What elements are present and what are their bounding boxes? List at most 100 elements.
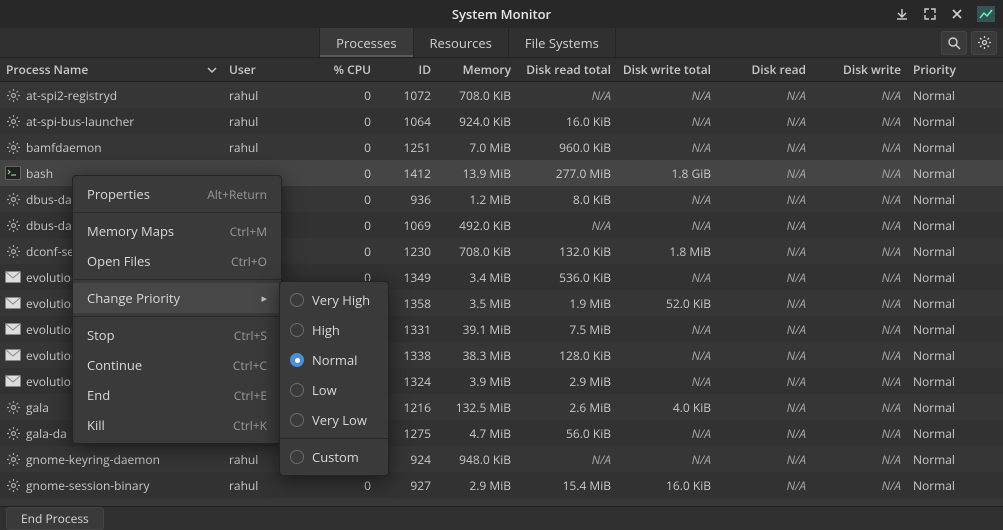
cell-memory: 7.0 MiB (435, 139, 515, 156)
cell-priority: Normal (905, 295, 985, 312)
col-disk-read-total[interactable]: Disk read total (515, 61, 615, 78)
cell-disk-read: N/A (715, 139, 810, 156)
menu-kill[interactable]: Kill Ctrl+K (73, 410, 281, 440)
cell-memory: 3.4 MiB (435, 269, 515, 286)
cell-disk-write-total: 1.8 MiB (615, 243, 715, 260)
cell-memory: 492.0 KiB (435, 217, 515, 234)
tab-filesystems[interactable]: File Systems (509, 28, 616, 57)
menu-change-priority[interactable]: Change Priority (73, 283, 281, 313)
cell-disk-write: N/A (810, 373, 905, 390)
col-disk-read[interactable]: Disk read (715, 61, 810, 78)
minimize-icon[interactable] (895, 7, 909, 21)
end-process-button[interactable]: End Process (6, 507, 104, 530)
process-name: evolution (26, 373, 78, 390)
cell-priority: Normal (905, 165, 985, 182)
priority-low[interactable]: Low (280, 375, 388, 405)
col-memory[interactable]: Memory (435, 61, 515, 78)
column-headers: Process Name User % CPU ID Memory Disk r… (0, 58, 1003, 82)
process-name: evolution (26, 321, 78, 338)
window-controls (895, 0, 995, 28)
cell-disk-read-total: N/A (515, 87, 615, 104)
cell-disk-write-total: N/A (615, 347, 715, 364)
close-icon[interactable] (951, 8, 963, 20)
process-icon (4, 216, 22, 234)
cell-disk-read: N/A (715, 373, 810, 390)
settings-button[interactable] (971, 31, 997, 55)
cell-disk-write: N/A (810, 269, 905, 286)
col-disk-write-total[interactable]: Disk write total (615, 61, 715, 78)
process-icon (4, 346, 22, 364)
cell-disk-read-total: N/A (515, 451, 615, 468)
cell-memory: 1.2 MiB (435, 191, 515, 208)
radio-icon (290, 450, 304, 464)
cell-memory: 2.9 MiB (435, 477, 515, 494)
table-row[interactable]: bamfdaemonrahul012517.0 MiB960.0 KiBN/AN… (0, 134, 1003, 160)
priority-normal[interactable]: Normal (280, 345, 388, 375)
col-process-name[interactable]: Process Name (0, 61, 225, 78)
cell-cpu: 0 (315, 191, 375, 208)
process-icon (4, 242, 22, 260)
cell-priority: Normal (905, 87, 985, 104)
window-title: System Monitor (452, 5, 551, 23)
tabs: Processes Resources File Systems (319, 28, 616, 57)
cell-disk-write-total: N/A (615, 217, 715, 234)
cell-disk-write: N/A (810, 321, 905, 338)
tab-resources[interactable]: Resources (414, 28, 509, 57)
cell-disk-write: N/A (810, 243, 905, 260)
indicator-icon[interactable] (977, 6, 995, 22)
priority-high[interactable]: High (280, 315, 388, 345)
cell-disk-write: N/A (810, 295, 905, 312)
cell-memory: 708.0 KiB (435, 87, 515, 104)
menu-memory-maps[interactable]: Memory Maps Ctrl+M (73, 216, 281, 246)
search-button[interactable] (941, 31, 967, 55)
menu-properties[interactable]: Properties Alt+Return (73, 179, 281, 209)
cell-disk-read: N/A (715, 87, 810, 104)
cell-disk-read-total: 960.0 KiB (515, 139, 615, 156)
process-name: evolution (26, 295, 78, 312)
process-name: at-spi2-registryd (26, 87, 117, 104)
cell-cpu: 0 (315, 113, 375, 130)
col-disk-write[interactable]: Disk write (810, 61, 905, 78)
cell-cpu: 0 (315, 477, 375, 494)
cell-priority: Normal (905, 451, 985, 468)
col-priority[interactable]: Priority (905, 61, 985, 78)
cell-priority: Normal (905, 321, 985, 338)
cell-disk-write-total: 4.0 KiB (615, 399, 715, 416)
priority-very-low[interactable]: Very Low (280, 405, 388, 435)
table-row[interactable]: gnome-keyring-daemonrahul0924948.0 KiBN/… (0, 446, 1003, 472)
tab-processes[interactable]: Processes (319, 28, 413, 57)
maximize-icon[interactable] (923, 7, 937, 21)
table-row[interactable]: gnome-session-binaryrahul09272.9 MiB15.4… (0, 472, 1003, 498)
cell-memory: 3.5 MiB (435, 295, 515, 312)
cell-disk-write: N/A (810, 113, 905, 130)
menu-end[interactable]: End Ctrl+E (73, 380, 281, 410)
col-cpu[interactable]: % CPU (315, 61, 375, 78)
priority-submenu: Very High High Normal Low Very Low Custo… (279, 281, 389, 476)
priority-very-high[interactable]: Very High (280, 285, 388, 315)
cell-disk-write-total: N/A (615, 191, 715, 208)
cell-disk-write: N/A (810, 477, 905, 494)
cell-memory: 708.0 KiB (435, 243, 515, 260)
menu-continue[interactable]: Continue Ctrl+C (73, 350, 281, 380)
process-name: at-spi-bus-launcher (26, 113, 134, 130)
priority-custom[interactable]: Custom (280, 442, 388, 472)
cell-disk-read: N/A (715, 113, 810, 130)
cell-priority: Normal (905, 217, 985, 234)
cell-user: rahul (225, 477, 315, 494)
table-row[interactable]: at-spi-bus-launcherrahul01064924.0 KiB16… (0, 108, 1003, 134)
cell-disk-read: N/A (715, 347, 810, 364)
process-name: gala (26, 399, 49, 416)
col-user[interactable]: User (225, 61, 315, 78)
cell-id: 1072 (375, 87, 435, 104)
table-row[interactable]: at-spi2-registrydrahul01072708.0 KiBN/AN… (0, 82, 1003, 108)
menu-open-files[interactable]: Open Files Ctrl+O (73, 246, 281, 276)
cell-disk-read-total: N/A (515, 217, 615, 234)
cell-disk-write-total: 52.0 KiB (615, 295, 715, 312)
cell-disk-read-total: 7.5 MiB (515, 321, 615, 338)
cell-disk-write-total: N/A (615, 139, 715, 156)
menu-stop[interactable]: Stop Ctrl+S (73, 320, 281, 350)
col-id[interactable]: ID (375, 61, 435, 78)
cell-priority: Normal (905, 399, 985, 416)
cell-cpu: 0 (315, 165, 375, 182)
cell-id: 1064 (375, 113, 435, 130)
